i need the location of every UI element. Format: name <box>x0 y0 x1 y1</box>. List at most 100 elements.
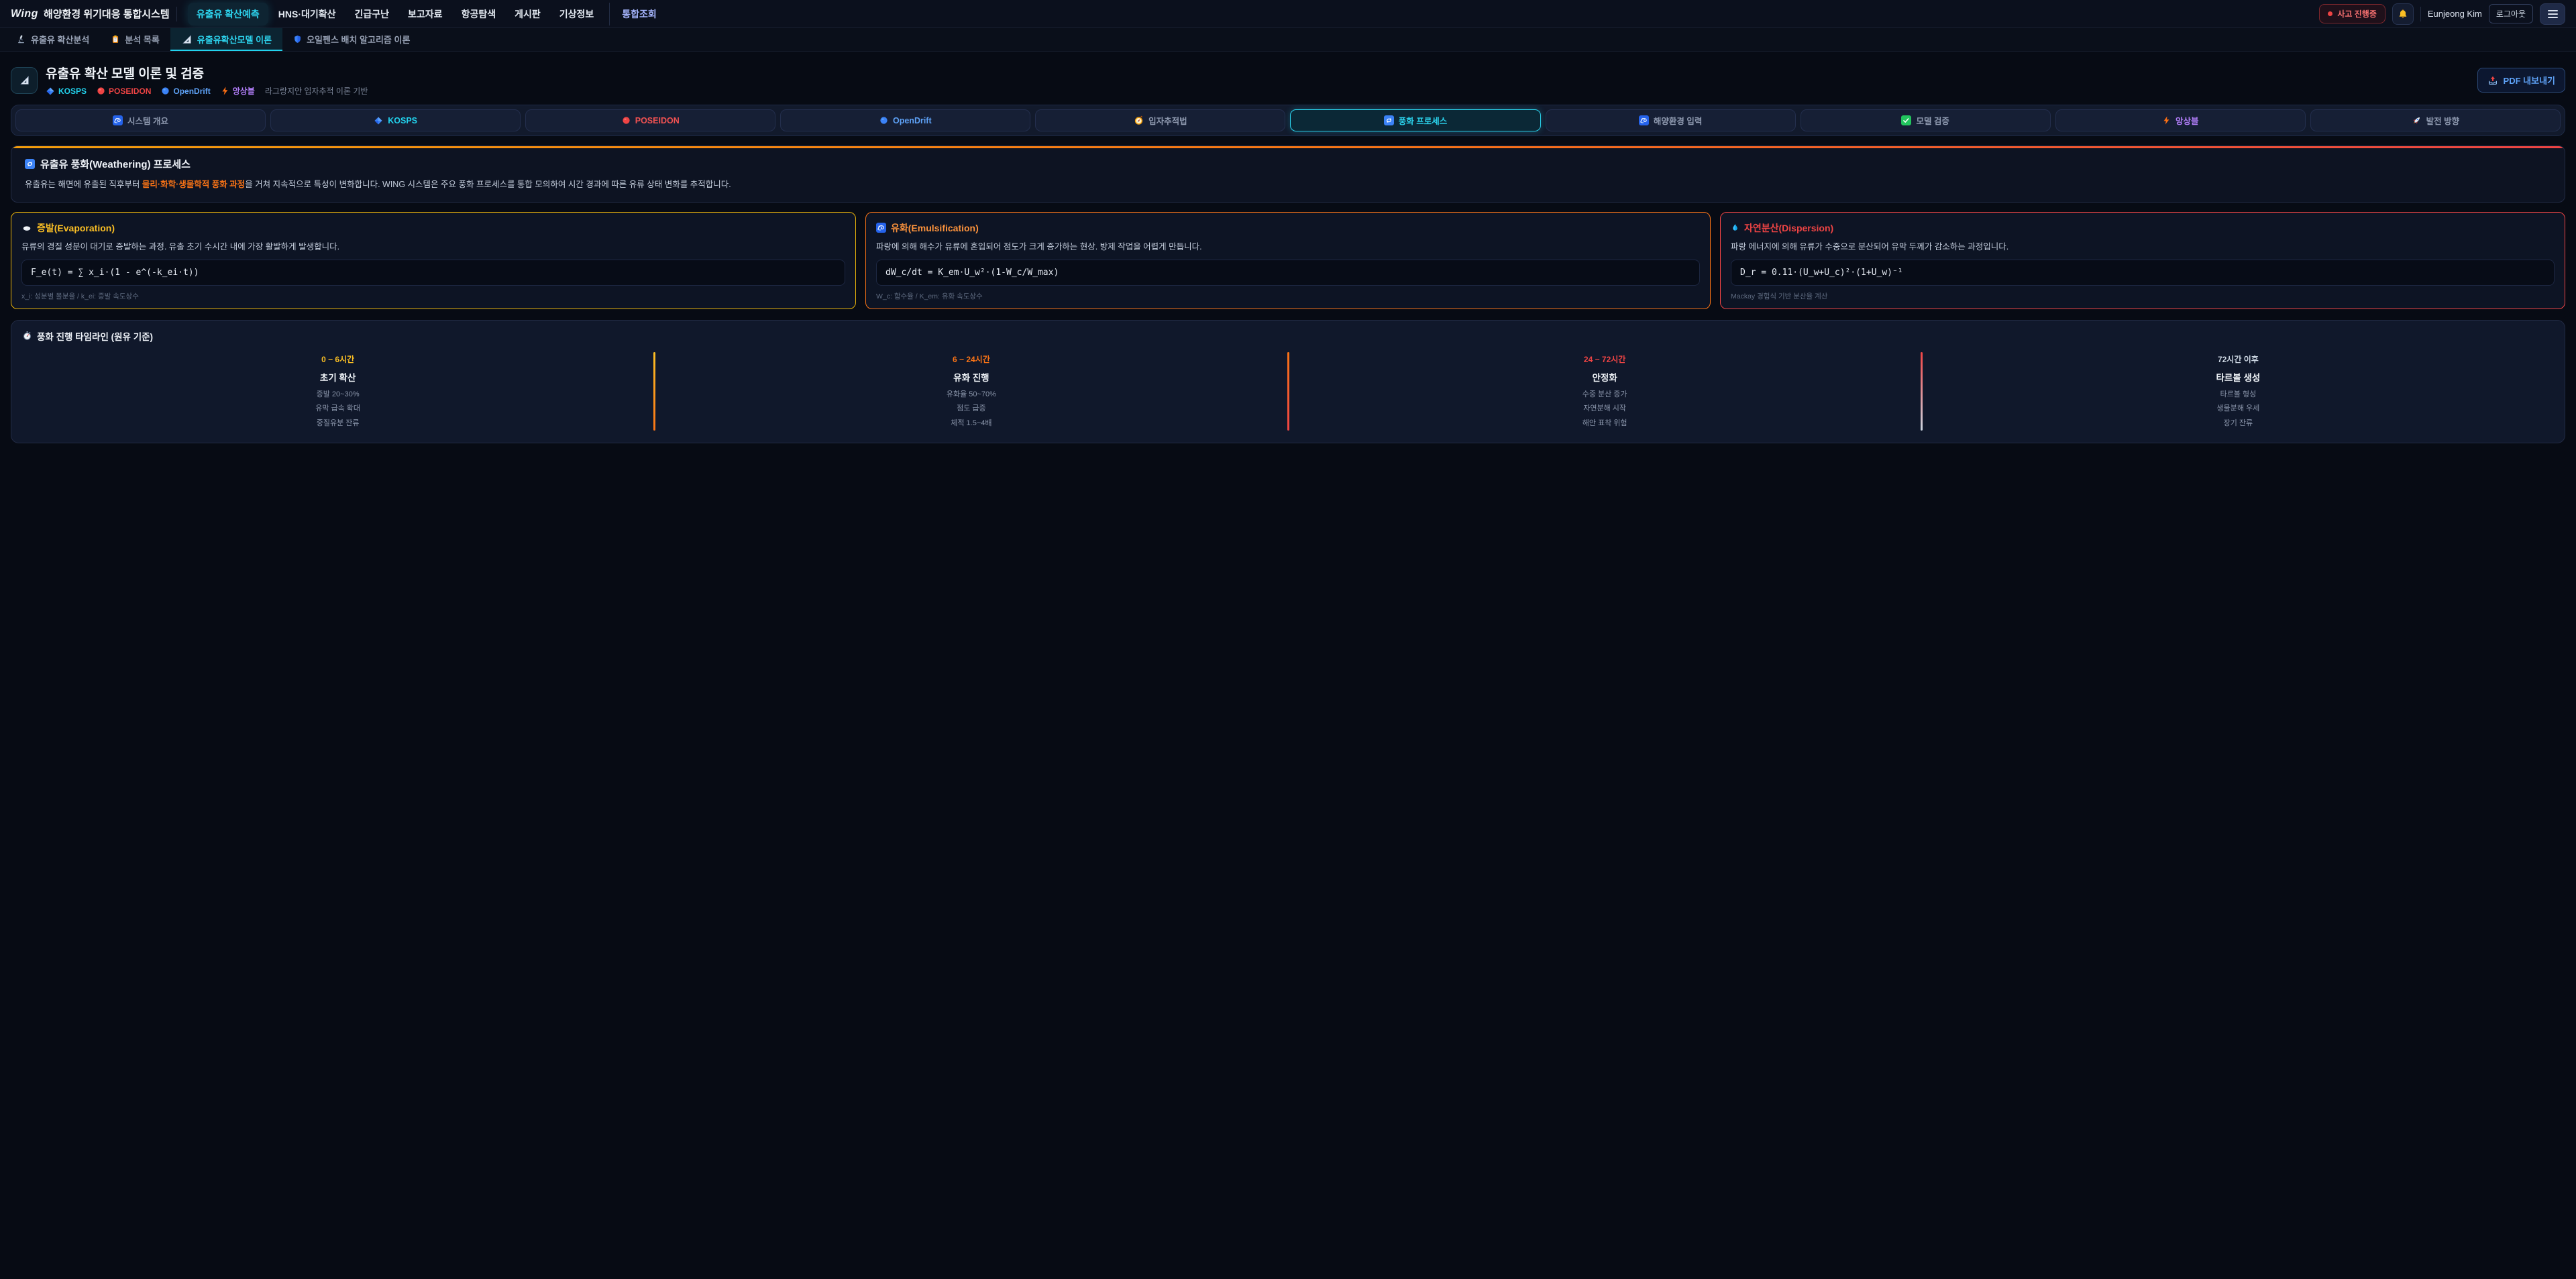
nav-item[interactable]: 긴급구난 <box>346 3 398 25</box>
bell-icon <box>2398 9 2408 19</box>
cloud-icon <box>21 223 32 233</box>
theory-note: 라그랑지안 입자추적 이론 기반 <box>265 85 368 97</box>
weathering-body: 유출유는 해면에 유출된 직후부터 물리·화학·생물학적 풍화 과정을 거쳐 지… <box>25 178 2551 191</box>
timeline-stage: 72시간 이후 타르볼 생성 타르볼 형성 생물분해 우세 장기 잔류 <box>1923 351 2554 432</box>
model-badge: POSEIDON <box>97 87 151 96</box>
main-content: 유출유 확산 모델 이론 및 검증 KOSPS POSEIDON OpenDri… <box>0 52 2576 459</box>
timeline-grid: 0 ~ 6시간 초기 확산 증발 20~30% 유막 급속 확대 중질유분 잔류… <box>22 351 2554 432</box>
timeline-stage: 0 ~ 6시간 초기 확산 증발 20~30% 유막 급속 확대 중질유분 잔류 <box>22 351 653 432</box>
pdf-export-icon <box>2487 75 2498 86</box>
model-tab[interactable]: 해양환경 입력 <box>1546 109 1796 131</box>
stage-period: 72시간 이후 <box>1928 353 2548 365</box>
nav-item[interactable]: 보고자료 <box>399 3 451 25</box>
check-icon <box>1901 115 1911 125</box>
blue-circle-icon <box>161 87 170 95</box>
model-tab[interactable]: 시스템 개요 <box>15 109 266 131</box>
process-card: 자연분산(Dispersion) 파랑 에너지에 의해 유류가 수중으로 분산되… <box>1720 212 2565 309</box>
set-square-icon <box>181 34 193 45</box>
page-header: 유출유 확산 모델 이론 및 검증 KOSPS POSEIDON OpenDri… <box>11 64 2565 97</box>
highlight-text: 물리·화학·생물학적 풍화 과정 <box>142 180 245 189</box>
formula-note: Mackay 경험식 기반 분산율 계산 <box>1731 291 2555 301</box>
model-tabstrip: 시스템 개요 KOSPS POSEIDON OpenDrift 입자추적법 풍화… <box>11 105 2565 136</box>
model-tab[interactable]: 모델 검증 <box>1801 109 2051 131</box>
status-dot-icon <box>2328 11 2332 16</box>
stage-period: 24 ~ 72시간 <box>1295 353 1915 365</box>
nav-item[interactable]: 통합조회 <box>609 3 665 25</box>
model-tab[interactable]: POSEIDON <box>525 109 775 131</box>
weathering-title: 유출유 풍화(Weathering) 프로세스 <box>25 157 2551 171</box>
incident-status-label: 사고 진행중 <box>2337 8 2377 19</box>
formula-box: D_r = 0.11·(U_w+U_c)²·(1+U_w)⁻¹ <box>1731 260 2555 286</box>
subtab[interactable]: 유출유확산모델 이론 <box>170 28 282 51</box>
microscope-icon <box>16 34 26 44</box>
stage-name: 유화 진행 <box>661 370 1281 384</box>
red-circle-icon <box>622 116 631 125</box>
nav-item[interactable]: HNS·대기확산 <box>270 3 345 25</box>
weathering-panel: 유출유 풍화(Weathering) 프로세스 유출유는 해면에 유출된 직후부… <box>11 146 2565 203</box>
process-cards: 증발(Evaporation) 유류의 경질 성분이 대기로 증발하는 과정. … <box>11 212 2565 309</box>
red-circle-icon <box>97 87 105 95</box>
wave-icon <box>1639 115 1649 125</box>
process-card: 증발(Evaporation) 유류의 경질 성분이 대기로 증발하는 과정. … <box>11 212 856 309</box>
model-badges: KOSPS POSEIDON OpenDrift 앙상블 라그랑지안 입자추적 … <box>46 85 368 97</box>
nav-item[interactable]: 게시판 <box>506 3 549 25</box>
model-tab[interactable]: 앙상블 <box>2055 109 2306 131</box>
model-badge: 앙상블 <box>221 85 255 97</box>
model-badge: KOSPS <box>46 87 87 96</box>
blue-circle-icon <box>879 116 888 125</box>
formula-note: W_c: 함수율 / K_em: 유화 속도상수 <box>876 291 1700 301</box>
page-icon-box <box>11 67 38 94</box>
model-tab[interactable]: KOSPS <box>270 109 521 131</box>
process-card-desc: 파랑에 의해 해수가 유류에 혼입되어 점도가 크게 증가하는 현상. 방제 작… <box>876 241 1700 253</box>
stage-period: 0 ~ 6시간 <box>28 353 648 365</box>
app-logo: Wing <box>11 8 38 20</box>
logout-button[interactable]: 로그아웃 <box>2489 4 2533 23</box>
refresh-icon <box>1384 115 1394 125</box>
stage-items: 수중 분산 증가 자연분해 시작 해안 표착 위험 <box>1295 388 1915 431</box>
brand: Wing 해양환경 위기대응 통합시스템 <box>11 7 170 21</box>
shield-icon <box>293 34 302 44</box>
process-card-desc: 유류의 경질 성분이 대기로 증발하는 과정. 유출 초기 수시간 내에 가장 … <box>21 241 845 253</box>
subtab-bar: 유출유 확산분석 분석 목록 유출유확산모델 이론 오일펜스 배치 알고리즘 이… <box>0 28 2576 52</box>
subtab[interactable]: 오일펜스 배치 알고리즘 이론 <box>282 28 421 51</box>
nav-item[interactable]: 기상정보 <box>551 3 603 25</box>
process-card-title: 유화(Emulsification) <box>876 221 1700 235</box>
model-tab[interactable]: OpenDrift <box>780 109 1030 131</box>
formula-note: x_i: 성분별 몰분율 / k_ei: 증발 속도상수 <box>21 291 845 301</box>
rocket-icon <box>2412 115 2422 125</box>
stage-name: 초기 확산 <box>28 370 648 384</box>
subtab[interactable]: 분석 목록 <box>100 28 170 51</box>
formula-box: dW_c/dt = K_em·U_w²·(1-W_c/W_max) <box>876 260 1700 286</box>
timeline-stage: 6 ~ 24시간 유화 진행 유화율 50~70% 점도 급증 체적 1.5~4… <box>655 351 1287 432</box>
droplet-icon <box>1731 223 1739 233</box>
stopwatch-icon <box>22 331 32 341</box>
main-nav: 유출유 확산예측 HNS·대기확산 긴급구난 보고자료 항공탐색 게시판 기상정… <box>188 3 665 25</box>
set-square-icon <box>19 74 30 86</box>
nav-item[interactable]: 유출유 확산예측 <box>188 3 268 25</box>
notification-button[interactable] <box>2392 3 2414 25</box>
diamond-icon <box>46 87 55 96</box>
formula-box: F_e(t) = ∑ x_i·(1 - e^(-k_ei·t)) <box>21 260 845 286</box>
model-tab[interactable]: 발전 방향 <box>2310 109 2561 131</box>
user-name: Eunjeong Kim <box>2428 9 2482 19</box>
diamond-icon <box>374 116 383 125</box>
pdf-export-button[interactable]: PDF 내보내기 <box>2477 68 2565 93</box>
model-badge: OpenDrift <box>161 87 210 96</box>
incident-status-badge[interactable]: 사고 진행중 <box>2319 4 2385 23</box>
menu-button[interactable] <box>2540 3 2565 25</box>
page-title: 유출유 확산 모델 이론 및 검증 <box>46 64 368 82</box>
model-tab[interactable]: 입자추적법 <box>1035 109 1285 131</box>
wave-icon <box>113 115 123 125</box>
model-tab[interactable]: 풍화 프로세스 <box>1290 109 1540 131</box>
subtab[interactable]: 유출유 확산분석 <box>5 28 100 51</box>
bolt-icon <box>221 86 229 96</box>
divider <box>176 7 177 21</box>
timeline-panel: 풍화 진행 타임라인 (원유 기준) 0 ~ 6시간 초기 확산 증발 20~3… <box>11 320 2565 443</box>
nav-item[interactable]: 항공탐색 <box>453 3 505 25</box>
top-navbar: Wing 해양환경 위기대응 통합시스템 유출유 확산예측 HNS·대기확산 긴… <box>0 0 2576 28</box>
stage-name: 타르볼 생성 <box>1928 370 2548 384</box>
timeline-stage: 24 ~ 72시간 안정화 수중 분산 증가 자연분해 시작 해안 표착 위험 <box>1289 351 1921 432</box>
app-title: 해양환경 위기대응 통합시스템 <box>44 7 170 21</box>
stage-name: 안정화 <box>1295 370 1915 384</box>
nav-right: 사고 진행중 Eunjeong Kim 로그아웃 <box>2319 3 2565 25</box>
